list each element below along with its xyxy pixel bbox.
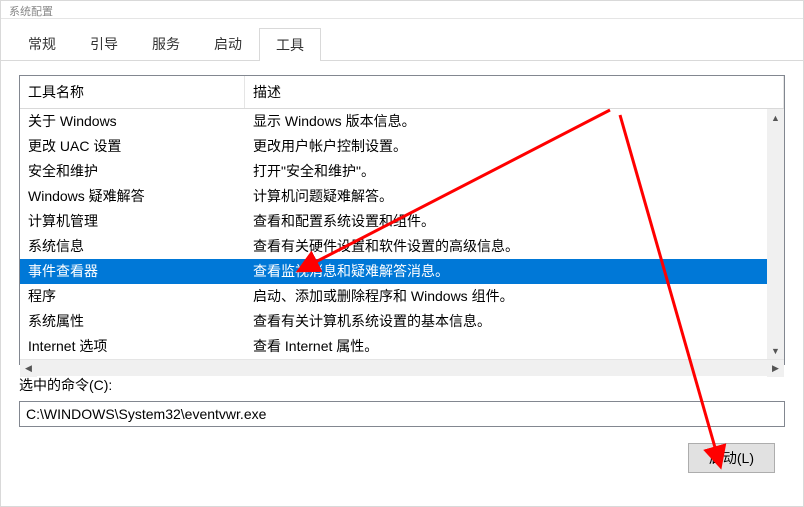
list-body: 关于 Windows 显示 Windows 版本信息。 更改 UAC 设置 更改… — [20, 109, 784, 359]
header-desc[interactable]: 描述 — [245, 76, 784, 108]
cell-desc: 查看 Internet 属性。 — [245, 334, 784, 359]
cell-desc: 打开"安全和维护"。 — [245, 159, 784, 184]
table-row[interactable]: Windows 疑难解答 计算机问题疑难解答。 — [20, 184, 784, 209]
table-row[interactable]: 关于 Windows 显示 Windows 版本信息。 — [20, 109, 784, 134]
scroll-right-icon[interactable]: ▶ — [767, 360, 784, 377]
cell-desc: 查看有关硬件设置和软件设置的高级信息。 — [245, 234, 784, 259]
table-row[interactable]: 系统属性 查看有关计算机系统设置的基本信息。 — [20, 309, 784, 334]
button-row: 启动(L) — [19, 443, 785, 473]
table-row[interactable]: 程序 启动、添加或删除程序和 Windows 组件。 — [20, 284, 784, 309]
cell-name: Windows 疑难解答 — [20, 184, 245, 209]
cell-desc: 启动、添加或删除程序和 Windows 组件。 — [245, 284, 784, 309]
scroll-down-icon[interactable]: ▼ — [767, 342, 784, 359]
cell-desc: 查看有关计算机系统设置的基本信息。 — [245, 309, 784, 334]
cell-desc: 查看和配置系统设置和组件。 — [245, 209, 784, 234]
cell-desc: 显示 Windows 版本信息。 — [245, 109, 784, 134]
table-row[interactable]: 计算机管理 查看和配置系统设置和组件。 — [20, 209, 784, 234]
list-header: 工具名称 描述 — [20, 76, 784, 109]
table-row[interactable]: 安全和维护 打开"安全和维护"。 — [20, 159, 784, 184]
tab-services[interactable]: 服务 — [135, 27, 197, 60]
tab-boot[interactable]: 引导 — [73, 27, 135, 60]
cell-name: 更改 UAC 设置 — [20, 134, 245, 159]
tab-tools[interactable]: 工具 — [259, 28, 321, 61]
scroll-up-icon[interactable]: ▲ — [767, 109, 784, 126]
cell-name: 系统属性 — [20, 309, 245, 334]
tools-listbox: 工具名称 描述 关于 Windows 显示 Windows 版本信息。 更改 U… — [19, 75, 785, 365]
table-row[interactable]: 更改 UAC 设置 更改用户帐户控制设置。 — [20, 134, 784, 159]
horizontal-scrollbar[interactable]: ◀ ▶ — [20, 359, 784, 376]
launch-button[interactable]: 启动(L) — [688, 443, 775, 473]
msconfig-window: 系统配置 常规 引导 服务 启动 工具 工具名称 描述 关于 Windows 显… — [0, 0, 804, 507]
vertical-scrollbar[interactable]: ▲ ▼ — [767, 109, 784, 359]
cell-name: 事件查看器 — [20, 259, 245, 284]
cell-name: 计算机管理 — [20, 209, 245, 234]
table-row[interactable]: 系统信息 查看有关硬件设置和软件设置的高级信息。 — [20, 234, 784, 259]
tab-strip: 常规 引导 服务 启动 工具 — [1, 19, 803, 61]
tab-general[interactable]: 常规 — [11, 27, 73, 60]
scroll-left-icon[interactable]: ◀ — [20, 360, 37, 377]
table-row[interactable]: Internet 选项 查看 Internet 属性。 — [20, 334, 784, 359]
selected-command-input[interactable] — [19, 401, 785, 427]
cell-name: 安全和维护 — [20, 159, 245, 184]
table-row[interactable]: 事件查看器 查看监视消息和疑难解答消息。 — [20, 259, 784, 284]
cell-name: 程序 — [20, 284, 245, 309]
header-name[interactable]: 工具名称 — [20, 76, 245, 108]
cell-name: 关于 Windows — [20, 109, 245, 134]
selected-command-label: 选中的命令(C): — [19, 375, 785, 395]
cell-name: 系统信息 — [20, 234, 245, 259]
cell-desc: 查看监视消息和疑难解答消息。 — [245, 259, 784, 284]
tools-panel: 工具名称 描述 关于 Windows 显示 Windows 版本信息。 更改 U… — [1, 61, 803, 483]
cell-desc: 更改用户帐户控制设置。 — [245, 134, 784, 159]
scroll-track[interactable] — [767, 126, 784, 342]
scroll-track[interactable] — [37, 360, 767, 376]
tab-startup[interactable]: 启动 — [197, 27, 259, 60]
cell-desc: 计算机问题疑难解答。 — [245, 184, 784, 209]
cell-name: Internet 选项 — [20, 334, 245, 359]
window-title: 系统配置 — [1, 1, 803, 19]
